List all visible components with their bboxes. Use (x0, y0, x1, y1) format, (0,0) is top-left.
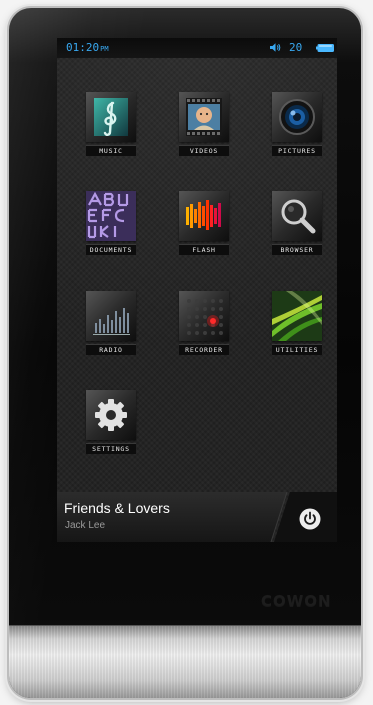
app-browser[interactable]: BROWSER (258, 191, 336, 269)
speaker-icon[interactable] (269, 42, 281, 53)
flash-bars-icon (179, 191, 229, 241)
app-recorder[interactable]: RECORDER (165, 291, 243, 369)
utilities-streaks-icon (272, 291, 322, 341)
video-thumbnail-icon (179, 92, 229, 142)
app-label-recorder: RECORDER (179, 344, 229, 355)
status-bar: 01:20PM 20 (57, 38, 337, 58)
app-label-utilities: UTILITIES (272, 344, 322, 355)
app-label-radio: RADIO (86, 344, 136, 355)
app-label-videos: VIDEOS (179, 145, 229, 156)
app-label-documents: DOCUMENTS (86, 244, 136, 255)
documents-icon (86, 191, 136, 241)
music-note-icon (86, 92, 136, 142)
track-title: Friends & Lovers (64, 500, 170, 516)
app-label-flash: FLASH (179, 244, 229, 255)
app-radio[interactable]: RADIO (72, 291, 150, 369)
app-flash[interactable]: FLASH (165, 191, 243, 269)
app-videos[interactable]: VIDEOS (165, 92, 243, 170)
app-label-settings: SETTINGS (86, 443, 136, 454)
app-utilities[interactable]: UTILITIES (258, 291, 336, 369)
app-pictures[interactable]: PICTURES (258, 92, 336, 170)
radio-equalizer-icon (86, 291, 136, 341)
app-label-browser: BROWSER (272, 244, 322, 255)
camera-lens-icon (272, 92, 322, 142)
metal-bezel (9, 625, 361, 698)
gear-icon (86, 390, 136, 440)
app-label-pictures: PICTURES (272, 145, 322, 156)
battery-icon (316, 44, 334, 52)
brand-logo: COWON (261, 592, 332, 610)
track-artist: Jack Lee (65, 520, 106, 531)
app-music[interactable]: MUSIC (72, 92, 150, 170)
app-settings[interactable]: SETTINGS (72, 390, 150, 468)
app-label-music: MUSIC (86, 145, 136, 156)
recorder-dots-icon (179, 291, 229, 341)
volume-level: 20 (289, 41, 303, 54)
app-documents[interactable]: DOCUMENTS (72, 191, 150, 269)
media-player-device: 01:20PM 20 MUSIC VIDEOS PICTURES DOCUMEN… (9, 8, 361, 698)
touch-screen: 01:20PM 20 MUSIC VIDEOS PICTURES DOCUMEN… (57, 38, 337, 542)
power-icon[interactable] (298, 507, 322, 531)
status-clock: 01:20PM (66, 41, 109, 54)
magnifier-icon (272, 191, 322, 241)
now-playing-bar[interactable]: Friends & Lovers Jack Lee (57, 492, 337, 542)
